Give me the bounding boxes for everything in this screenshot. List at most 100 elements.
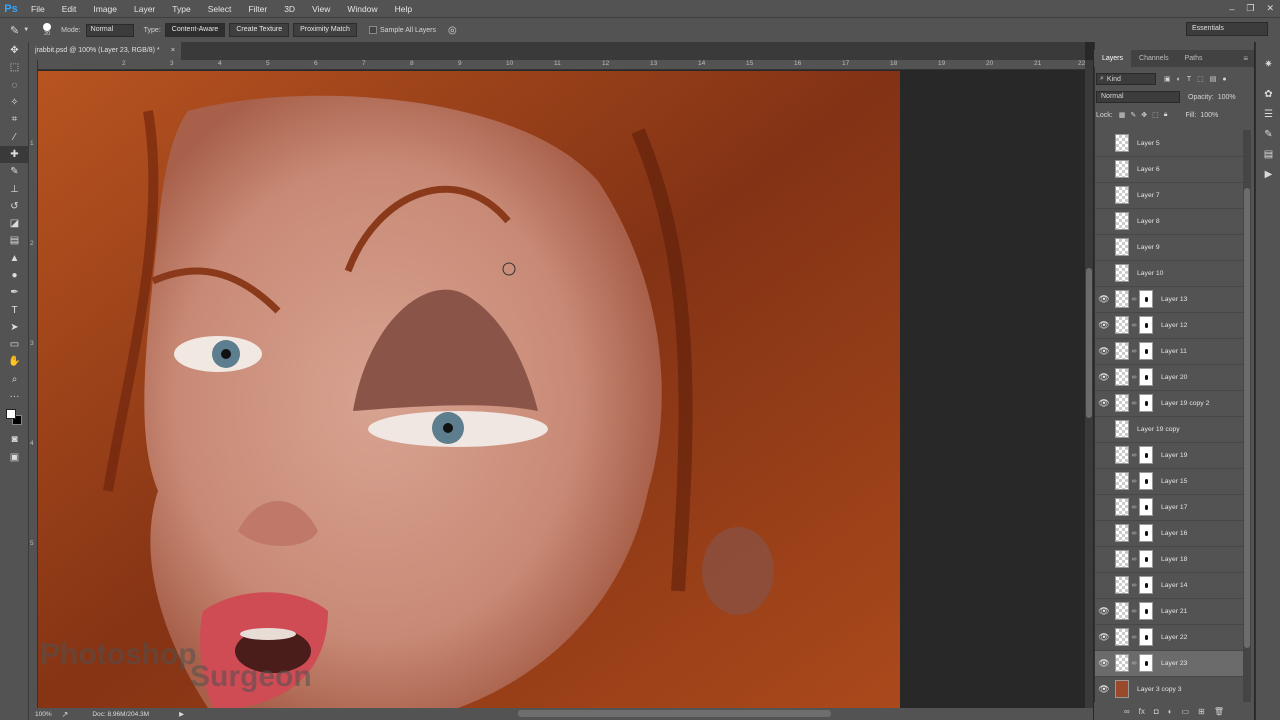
menu-image[interactable]: Image	[93, 4, 125, 14]
layer-row[interactable]: ∞ Layer 15	[1095, 469, 1243, 495]
layer-row[interactable]: Layer 7	[1095, 183, 1243, 209]
layer-thumbnail[interactable]	[1115, 576, 1129, 595]
layer-thumbnail[interactable]	[1115, 160, 1129, 179]
layer-name[interactable]: Layer 22	[1161, 634, 1187, 641]
eraser-tool-icon[interactable]: ◪	[0, 215, 29, 232]
layer-row[interactable]: ∞ Layer 19	[1095, 443, 1243, 469]
filter-smart-icon[interactable]: ▤	[1210, 75, 1217, 83]
chain-link-icon[interactable]: ∞	[1130, 400, 1138, 407]
fill-value[interactable]: 100%	[1200, 112, 1218, 119]
layer-thumbnail[interactable]	[1115, 394, 1129, 413]
document-canvas[interactable]: Photoshop Surgeon	[38, 71, 900, 708]
layer-name[interactable]: Layer 13	[1161, 296, 1187, 303]
panel-menu-icon[interactable]: ≡	[1243, 54, 1248, 63]
layer-thumbnail[interactable]	[1115, 602, 1129, 621]
layer-mask-thumbnail[interactable]	[1139, 498, 1153, 517]
chain-link-icon[interactable]: ∞	[1130, 374, 1138, 381]
layer-row[interactable]: 👁︎ ∞ Layer 22	[1095, 625, 1243, 651]
menu-file[interactable]: File	[31, 4, 53, 14]
layer-name[interactable]: Layer 23	[1161, 660, 1187, 667]
layer-row[interactable]: Layer 9	[1095, 235, 1243, 261]
menu-view[interactable]: View	[312, 4, 338, 14]
layer-thumbnail[interactable]	[1115, 264, 1129, 283]
adjustments-panel-icon[interactable]: ✿	[1256, 84, 1280, 104]
export-icon[interactable]: ↗	[62, 710, 69, 719]
layer-name[interactable]: Layer 8	[1137, 218, 1160, 225]
chain-link-icon[interactable]: ∞	[1130, 504, 1138, 511]
chain-link-icon[interactable]: ∞	[1130, 634, 1138, 641]
quick-mask-icon[interactable]: ◙	[0, 431, 29, 448]
screen-mode-icon[interactable]: ▣	[0, 449, 29, 466]
close-icon[interactable]: ✕	[1266, 3, 1274, 14]
layer-thumbnail[interactable]	[1115, 368, 1129, 387]
shape-tool-icon[interactable]: ▭	[0, 336, 29, 353]
layer-thumbnail[interactable]	[1115, 628, 1129, 647]
layer-thumbnail[interactable]	[1115, 212, 1129, 231]
filter-type-icon[interactable]: T	[1187, 76, 1191, 83]
layer-thumbnail[interactable]	[1115, 186, 1129, 205]
menu-window[interactable]: Window	[347, 4, 385, 14]
dodge-tool-icon[interactable]: ●	[0, 267, 29, 284]
lock-all-icon[interactable]: 🔒︎	[1164, 111, 1168, 119]
menu-3d[interactable]: 3D	[284, 4, 303, 14]
layer-thumbnail[interactable]	[1115, 498, 1129, 517]
lock-artboard-icon[interactable]: ⬚	[1152, 111, 1159, 119]
layer-name[interactable]: Layer 7	[1137, 192, 1160, 199]
add-mask-icon[interactable]: ◘	[1154, 707, 1159, 716]
fx-icon[interactable]: fx	[1139, 707, 1145, 716]
chain-link-icon[interactable]: ∞	[1130, 322, 1138, 329]
new-group-icon[interactable]: ▭	[1182, 707, 1190, 716]
layer-name[interactable]: Layer 11	[1161, 348, 1187, 355]
layer-mask-thumbnail[interactable]	[1139, 550, 1153, 569]
create-texture-button[interactable]: Create Texture	[229, 23, 290, 37]
layer-row[interactable]: ∞ Layer 16	[1095, 521, 1243, 547]
lock-position-icon[interactable]: ✥	[1141, 111, 1147, 119]
layer-row[interactable]: ∞ Layer 17	[1095, 495, 1243, 521]
doc-size[interactable]: Doc: 8.96M/204.3M	[92, 711, 149, 718]
chain-link-icon[interactable]: ∞	[1130, 348, 1138, 355]
crop-tool-icon[interactable]: ⌗	[0, 111, 29, 128]
tab-channels[interactable]: Channels	[1131, 50, 1177, 67]
layer-thumbnail[interactable]	[1115, 550, 1129, 569]
layer-row[interactable]: 👁︎ ∞ Layer 13	[1095, 287, 1243, 313]
layer-thumbnail[interactable]	[1115, 524, 1129, 543]
layer-mask-thumbnail[interactable]	[1139, 446, 1153, 465]
layer-row[interactable]: 👁︎ ∞ Layer 23	[1095, 651, 1243, 677]
eye-icon[interactable]: 👁︎	[1095, 346, 1113, 357]
eyedropper-tool-icon[interactable]: ⁄	[0, 128, 29, 145]
menu-filter[interactable]: Filter	[248, 4, 275, 14]
menu-select[interactable]: Select	[208, 4, 240, 14]
layer-row[interactable]: 👁︎ ∞ Layer 11	[1095, 339, 1243, 365]
chain-link-icon[interactable]: ∞	[1130, 296, 1138, 303]
layers-scroll-thumb[interactable]	[1244, 188, 1250, 648]
layer-row[interactable]: Layer 10	[1095, 261, 1243, 287]
history-brush-tool-icon[interactable]: ↺	[0, 198, 29, 215]
layer-row[interactable]: ∞ Layer 18	[1095, 547, 1243, 573]
layer-row[interactable]: 👁︎ ∞ Layer 12	[1095, 313, 1243, 339]
layer-mask-thumbnail[interactable]	[1139, 316, 1153, 335]
close-tab-icon[interactable]: ×	[171, 47, 175, 55]
layer-name[interactable]: Layer 3 copy 3	[1137, 686, 1182, 693]
blur-tool-icon[interactable]: ▲	[0, 250, 29, 267]
layer-mask-thumbnail[interactable]	[1139, 602, 1153, 621]
opacity-value[interactable]: 100%	[1218, 94, 1236, 101]
eye-icon[interactable]: 👁︎	[1095, 606, 1113, 617]
lasso-tool-icon[interactable]: ◌	[0, 77, 29, 94]
layer-mask-thumbnail[interactable]	[1139, 394, 1153, 413]
layer-thumbnail[interactable]	[1115, 420, 1129, 439]
layer-name[interactable]: Layer 15	[1161, 478, 1187, 485]
properties-panel-icon[interactable]: ☰	[1256, 104, 1280, 124]
foreground-color-swatch[interactable]	[6, 409, 16, 420]
chain-link-icon[interactable]: ∞	[1130, 530, 1138, 537]
canvas-scroll-thumb[interactable]	[1086, 268, 1092, 418]
layer-name[interactable]: Layer 19 copy	[1137, 426, 1180, 433]
healing-brush-tool-icon[interactable]: ✚	[0, 145, 29, 164]
canvas-horizontal-scroll-thumb[interactable]	[518, 710, 831, 717]
blend-mode-select[interactable]: Normal	[1096, 91, 1180, 103]
filter-adjustment-icon[interactable]: ◐	[1177, 76, 1181, 83]
mode-select[interactable]: Normal	[85, 23, 134, 37]
eye-icon[interactable]: 👁︎	[1095, 294, 1113, 305]
color-swatches[interactable]	[0, 405, 29, 431]
move-tool-icon[interactable]: ✥	[0, 42, 29, 59]
eye-icon[interactable]: 👁︎	[1095, 684, 1113, 695]
